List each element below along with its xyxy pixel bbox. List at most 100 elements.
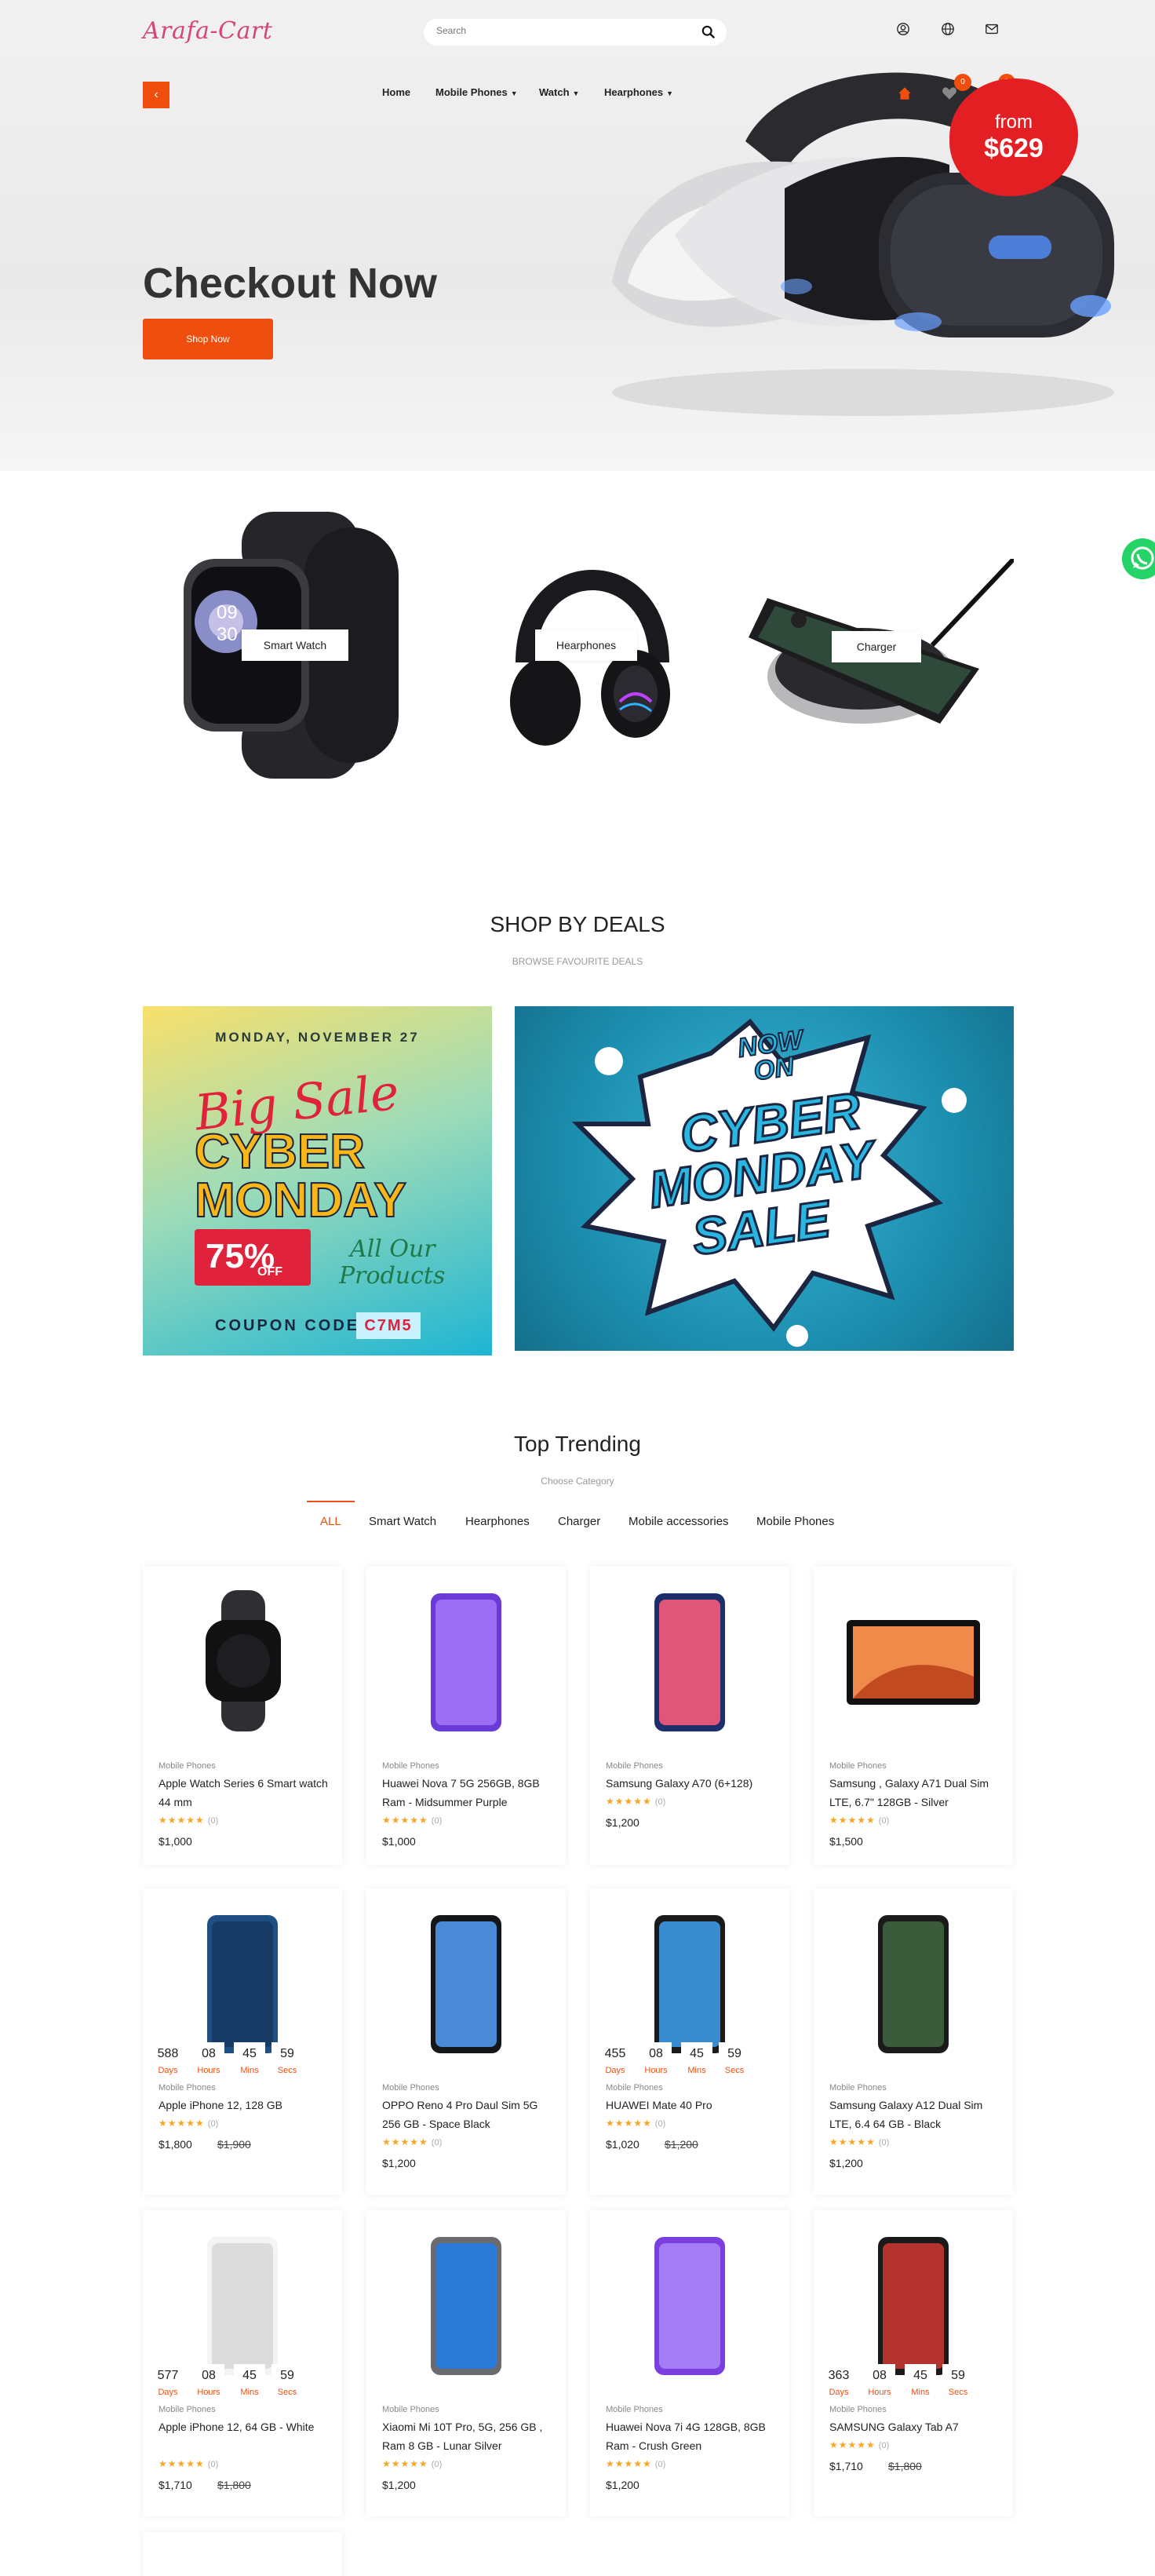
- product-category[interactable]: Mobile Phones: [829, 1761, 887, 1771]
- product-image[interactable]: [158, 1904, 326, 2061]
- nav-home[interactable]: Home: [382, 86, 410, 98]
- product-old-price: $1,800: [888, 2460, 922, 2472]
- product-name[interactable]: Xiaomi Mi 10T Pro, 5G, 256 GB , Ram 8 GB…: [382, 2417, 555, 2455]
- product-image[interactable]: [158, 1582, 326, 1739]
- product-card[interactable]: Mobile Phones Xiaomi Mi 10T Pro, 5G, 256 …: [366, 2210, 566, 2516]
- product-name[interactable]: Samsung Galaxy A12 Dual Sim LTE, 6.4 64 …: [829, 2096, 1002, 2133]
- product-name[interactable]: Samsung Galaxy A70 (6+128): [606, 1774, 778, 1793]
- product-image[interactable]: [829, 2226, 997, 2383]
- product-price: $1,000: [382, 1835, 416, 1848]
- countdown-days-label: Days: [605, 2066, 625, 2075]
- product-card[interactable]: Mobile Phones Huawei Nova 7 5G 256GB, 8GB…: [366, 1567, 566, 1865]
- product-category[interactable]: Mobile Phones: [606, 2405, 663, 2414]
- whatsapp-icon[interactable]: [1122, 538, 1155, 579]
- product-category[interactable]: Mobile Phones: [606, 2083, 663, 2093]
- product-category[interactable]: Mobile Phones: [158, 2405, 216, 2414]
- rating-count: (0): [878, 2138, 890, 2147]
- product-image[interactable]: [158, 2226, 326, 2383]
- deal1-coupon-label: COUPON CODE: [215, 1317, 360, 1334]
- product-name[interactable]: HUAWEI Mate 40 Pro: [606, 2096, 778, 2114]
- deal-banner-cyber-monday[interactable]: MONDAY, NOVEMBER 27 Big Sale CYBER MONDA…: [143, 1006, 492, 1356]
- menu-toggle-button[interactable]: ‹: [143, 82, 169, 108]
- shop-now-button[interactable]: Shop Now: [143, 319, 273, 359]
- product-image[interactable]: [829, 1904, 997, 2061]
- product-image[interactable]: [606, 1904, 774, 2061]
- search-input[interactable]: [436, 25, 687, 36]
- product-name[interactable]: SAMSUNG Galaxy Tab A7: [829, 2417, 1002, 2436]
- product-card[interactable]: 577 Days 08 Hours 45 Mins 59 Secs Mobile Phones A…: [143, 2210, 342, 2516]
- search-icon[interactable]: [701, 25, 716, 39]
- product-category[interactable]: Mobile Phones: [158, 2083, 216, 2093]
- rating-stars: ★★★★★ (0): [382, 1815, 442, 1826]
- star-icons: ★★★★★: [606, 1796, 652, 1807]
- product-card[interactable]: Mobile Phones OPPO Reno 4 Pro Daul Sim 5G…: [366, 1888, 566, 2195]
- countdown-secs-label: Secs: [724, 2066, 745, 2075]
- deal1-monday: MONDAY: [194, 1173, 407, 1228]
- product-card[interactable]: Mobile Phones Samsung Galaxy A12 Dual Sim…: [814, 1888, 1013, 2195]
- product-category[interactable]: Mobile Phones: [382, 1761, 439, 1771]
- chevron-down-icon: ▼: [666, 89, 674, 97]
- nav-mobile-phones[interactable]: Mobile Phones ▼: [435, 86, 518, 98]
- product-card[interactable]: 363 Days 08 Hours 45 Mins 59 Secs Mobile Phones S…: [814, 2210, 1013, 2516]
- tab-smart-watch[interactable]: Smart Watch: [369, 1515, 436, 1528]
- tab-all[interactable]: ALL: [320, 1515, 341, 1528]
- product-image[interactable]: [382, 1582, 550, 1739]
- product-image[interactable]: [382, 1904, 550, 2061]
- product-card[interactable]: 455 Days 08 Hours 45 Mins 59 Secs Mobile Phones H…: [590, 1888, 789, 2195]
- product-image[interactable]: [829, 1582, 997, 1739]
- home-icon[interactable]: [896, 85, 913, 102]
- category-hearphones[interactable]: Hearphones: [510, 545, 675, 753]
- product-name[interactable]: Apple iPhone 12, 64 GB - White: [158, 2417, 331, 2436]
- rating-count: (0): [207, 2119, 219, 2129]
- deal1-cyber: CYBER: [194, 1124, 366, 1180]
- product-category[interactable]: Mobile Phones: [606, 1761, 663, 1771]
- product-price: $1,020: [606, 2138, 639, 2151]
- product-name[interactable]: Apple Watch Series 6 Smart watch 44 mm: [158, 1774, 331, 1812]
- countdown-secs-value: 59: [727, 2047, 741, 2060]
- globe-icon[interactable]: [941, 22, 955, 36]
- product-name[interactable]: Samsung , Galaxy A71 Dual Sim LTE, 6.7" …: [829, 1774, 1002, 1812]
- countdown-days: 577 Days: [152, 2364, 184, 2403]
- star-icons: ★★★★★: [382, 2458, 428, 2469]
- product-card[interactable]: [143, 2532, 342, 2576]
- product-category[interactable]: Mobile Phones: [829, 2083, 887, 2093]
- product-card[interactable]: 588 Days 08 Hours 45 Mins 59 Secs Mobile Phones A…: [143, 1888, 342, 2195]
- countdown-days-label: Days: [829, 2388, 849, 2397]
- nav-watch[interactable]: Watch ▼: [539, 86, 579, 98]
- product-card[interactable]: Mobile Phones Huawei Nova 7i 4G 128GB, 8G…: [590, 2210, 789, 2516]
- product-old-price: $1,900: [217, 2138, 251, 2151]
- product-image[interactable]: [606, 1582, 774, 1739]
- nav-hearphones[interactable]: Hearphones ▼: [604, 86, 673, 98]
- tab-hearphones[interactable]: Hearphones: [465, 1515, 530, 1528]
- product-category[interactable]: Mobile Phones: [829, 2405, 887, 2414]
- product-card[interactable]: Mobile Phones Apple Watch Series 6 Smart …: [143, 1567, 342, 1865]
- mail-icon[interactable]: [985, 22, 999, 36]
- countdown-secs-value: 59: [280, 2047, 294, 2060]
- rating-count: (0): [207, 2460, 219, 2469]
- product-category[interactable]: Mobile Phones: [382, 2083, 439, 2093]
- category-charger[interactable]: Charger: [744, 556, 1016, 735]
- product-card[interactable]: Mobile Phones Samsung Galaxy A70 (6+128) ★…: [590, 1567, 789, 1865]
- countdown-days: 588 Days: [152, 2042, 184, 2082]
- product-name[interactable]: Apple iPhone 12, 128 GB: [158, 2096, 331, 2114]
- deal-banner-cyber-monday-sale[interactable]: NOW ON CYBER MONDAY SALE: [515, 1006, 1014, 1351]
- category-smart-watch[interactable]: 09 30 Smart Watch: [179, 512, 414, 783]
- tab-charger[interactable]: Charger: [558, 1515, 600, 1528]
- product-name[interactable]: Huawei Nova 7i 4G 128GB, 8GB Ram - Crush…: [606, 2417, 778, 2455]
- product-image[interactable]: [382, 2226, 550, 2383]
- countdown-mins: 45 Mins: [234, 2042, 265, 2082]
- product-card[interactable]: Mobile Phones Samsung , Galaxy A71 Dual S…: [814, 1567, 1013, 1865]
- product-name[interactable]: Huawei Nova 7 5G 256GB, 8GB Ram - Midsum…: [382, 1774, 555, 1812]
- hero-banner: Arafa-Cart ‹ Home Mobile Phones▼ Watch▼ …: [0, 0, 1155, 471]
- tab-mobile-accessories[interactable]: Mobile accessories: [629, 1515, 729, 1528]
- product-name[interactable]: OPPO Reno 4 Pro Daul Sim 5G 256 GB - Spa…: [382, 2096, 555, 2133]
- site-logo[interactable]: Arafa-Cart: [143, 17, 272, 45]
- product-image[interactable]: [606, 2226, 774, 2383]
- product-category[interactable]: Mobile Phones: [382, 2405, 439, 2414]
- user-icon[interactable]: [896, 22, 910, 36]
- product-price: $1,500: [829, 1835, 863, 1848]
- product-category[interactable]: Mobile Phones: [158, 1761, 216, 1771]
- tab-mobile-phones[interactable]: Mobile Phones: [756, 1515, 834, 1528]
- rating-stars: ★★★★★ (0): [606, 2458, 665, 2469]
- rating-stars: ★★★★★ (0): [829, 2439, 889, 2450]
